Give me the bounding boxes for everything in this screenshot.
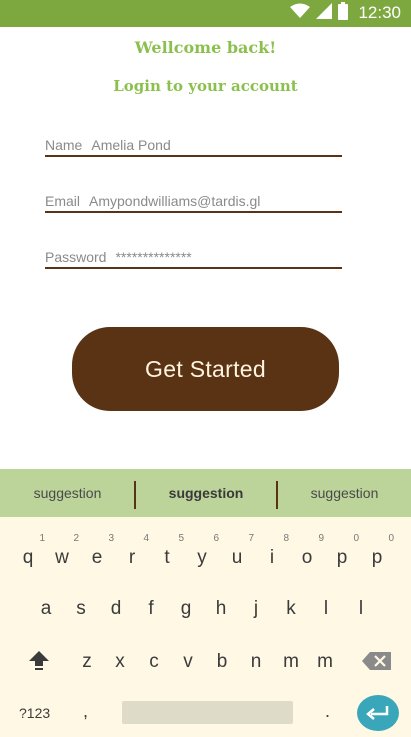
comma-key[interactable]: , xyxy=(83,701,88,722)
key[interactable]: k xyxy=(276,598,306,620)
spacebar[interactable] xyxy=(122,701,293,724)
name-label: Name xyxy=(45,137,83,153)
key[interactable]: l xyxy=(346,598,376,620)
key-hint: 1 xyxy=(39,533,45,544)
key-label: w xyxy=(55,547,69,568)
key[interactable]: s xyxy=(66,598,96,620)
email-field[interactable]: Email Amypondwilliams@tardis.gl xyxy=(45,189,342,213)
backspace-icon[interactable] xyxy=(362,652,391,675)
key-label: o xyxy=(301,547,313,568)
suggestion-right[interactable]: suggestion xyxy=(278,469,411,517)
battery-icon xyxy=(338,2,349,24)
key-hint: 4 xyxy=(143,533,149,544)
key-label: q xyxy=(22,547,34,568)
key[interactable]: v xyxy=(173,651,203,673)
key[interactable]: l xyxy=(311,598,341,620)
key-hint: 2 xyxy=(73,533,79,544)
key[interactable]: b xyxy=(207,651,237,673)
key-hint: 3 xyxy=(108,533,114,544)
key-hint: 7 xyxy=(248,533,254,544)
suggestion-left[interactable]: suggestion xyxy=(0,469,135,517)
symbols-key[interactable]: ?123 xyxy=(19,705,50,721)
keyboard: suggestion suggestion suggestion q1 w2 e… xyxy=(0,469,411,737)
key-label: p xyxy=(336,547,348,568)
key[interactable]: j xyxy=(241,598,271,620)
key[interactable]: g xyxy=(171,598,201,620)
key[interactable]: u7 xyxy=(222,533,254,569)
key[interactable]: f xyxy=(136,598,166,620)
name-value: Amelia Pond xyxy=(91,137,171,153)
email-label: Email xyxy=(45,193,81,209)
password-value: ************** xyxy=(115,249,192,265)
key[interactable]: m xyxy=(310,651,340,673)
key-hint: 9 xyxy=(318,533,324,544)
key-hint: 6 xyxy=(213,533,219,544)
enter-icon[interactable] xyxy=(357,695,399,731)
suggestion-middle[interactable]: suggestion xyxy=(136,469,276,517)
key-label: t xyxy=(164,547,170,568)
key-label: y xyxy=(197,547,207,568)
status-bar: 12:30 xyxy=(0,0,411,27)
key[interactable]: q1 xyxy=(13,533,45,569)
status-icons: 12:30 xyxy=(290,2,401,24)
key[interactable]: e3 xyxy=(82,533,114,569)
period-key[interactable]: . xyxy=(325,701,330,722)
wifi-icon xyxy=(290,3,311,23)
key[interactable]: z xyxy=(72,651,102,673)
key-hint: 8 xyxy=(283,533,289,544)
key[interactable]: o9 xyxy=(292,533,324,569)
key[interactable]: n xyxy=(241,651,271,673)
key[interactable]: d xyxy=(101,598,131,620)
key-label: u xyxy=(231,547,243,568)
suggestion-bar: suggestion suggestion suggestion xyxy=(0,469,411,517)
key-label: p xyxy=(371,547,383,568)
key-label: r xyxy=(128,547,136,568)
key[interactable]: c xyxy=(139,651,169,673)
signal-icon xyxy=(316,3,333,23)
get-started-button[interactable]: Get Started xyxy=(72,327,339,411)
key[interactable]: p0 xyxy=(327,533,359,569)
key[interactable]: r4 xyxy=(117,533,149,569)
key[interactable]: i8 xyxy=(257,533,289,569)
login-subtitle: Login to your account xyxy=(113,77,298,95)
key[interactable]: y6 xyxy=(187,533,219,569)
key-hint: 5 xyxy=(178,533,184,544)
password-label: Password xyxy=(45,249,107,265)
welcome-title: Wellcome back! xyxy=(134,38,277,57)
key[interactable]: t5 xyxy=(152,533,184,569)
email-value: Amypondwilliams@tardis.gl xyxy=(89,193,261,209)
shift-icon[interactable] xyxy=(28,649,50,676)
key[interactable]: h xyxy=(206,598,236,620)
key[interactable]: p0 xyxy=(362,533,394,569)
key[interactable]: w2 xyxy=(47,533,79,569)
key-hint: 0 xyxy=(353,533,359,544)
key-label: i xyxy=(269,547,275,568)
key-hint: 0 xyxy=(388,533,394,544)
key-label: e xyxy=(91,547,103,568)
password-field[interactable]: Password ************** xyxy=(45,245,342,269)
key[interactable]: a xyxy=(31,598,61,620)
key[interactable]: m xyxy=(276,651,306,673)
name-field[interactable]: Name Amelia Pond xyxy=(45,133,342,157)
status-time: 12:30 xyxy=(358,3,401,22)
key[interactable]: x xyxy=(105,651,135,673)
